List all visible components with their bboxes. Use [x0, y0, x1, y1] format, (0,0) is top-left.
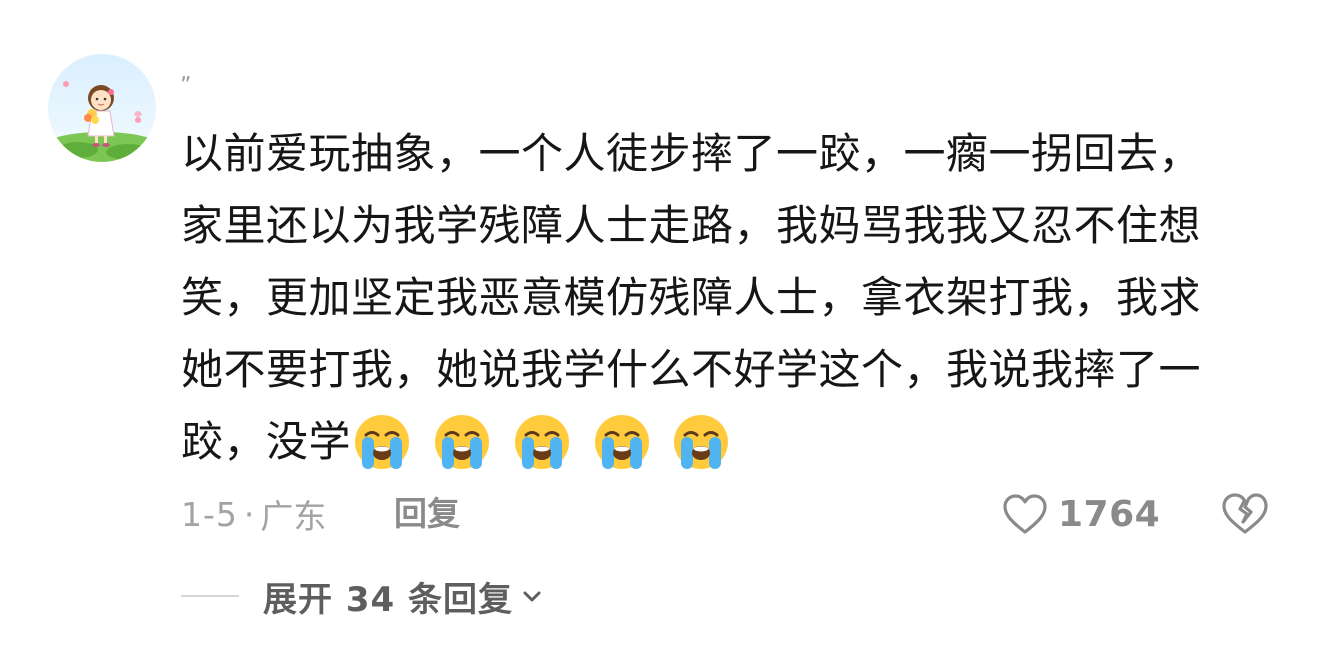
expand-replies-button[interactable]: 展开 34 条回复: [181, 572, 543, 620]
user-avatar[interactable]: [48, 54, 156, 162]
loudly-crying-face-icon: [355, 415, 410, 469]
comment-meta: 1-5 · 广东: [181, 492, 327, 537]
loudly-crying-face-icon: [674, 415, 729, 469]
comment-line: 跤，没学: [181, 417, 352, 466]
chevron-down-icon: [523, 591, 541, 602]
avatar-illustration: [48, 54, 156, 162]
username[interactable]: „: [180, 60, 193, 85]
comment-date: 1-5: [181, 494, 238, 534]
comment-line: 以前爱玩抽象，一个人徒步摔了一跤，一瘸一拐回去，: [181, 129, 1202, 178]
comment-body: 以前爱玩抽象，一个人徒步摔了一跤，一瘸一拐回去， 家里还以为我学残障人士走路，我…: [181, 118, 1256, 478]
meta-separator: ·: [243, 494, 255, 534]
comment-line: 她不要打我，她说我学什么不好学这个，我说我摔了一: [181, 345, 1202, 394]
comment-last-line: 跤，没学: [181, 406, 1256, 478]
comment-location: 广东: [260, 497, 327, 536]
broken-heart-icon: [1222, 493, 1268, 534]
expand-replies-label: 展开 34 条回复: [263, 579, 513, 620]
loudly-crying-face-icon: [434, 415, 489, 469]
divider-line: [181, 595, 239, 597]
like-button[interactable]: 1764: [1002, 488, 1160, 540]
like-count: 1764: [1058, 493, 1161, 535]
loudly-crying-face-icon: [514, 415, 569, 469]
heart-outline-icon: [1003, 494, 1047, 534]
comment-line: 家里还以为我学残障人士走路，我妈骂我我又忍不住想: [181, 201, 1202, 250]
emoji-row: [353, 404, 738, 476]
comment-line: 笑，更加坚定我恶意模仿残障人士，拿衣架打我，我求: [181, 273, 1202, 322]
comment-item: „ 以前爱玩抽象，一个人徒步摔了一跤，一瘸一拐回去， 家里还以为我学残障人士走路…: [0, 0, 1320, 669]
reply-button[interactable]: 回复: [394, 492, 460, 536]
dislike-button[interactable]: [1220, 488, 1270, 538]
loudly-crying-face-icon: [594, 415, 649, 469]
